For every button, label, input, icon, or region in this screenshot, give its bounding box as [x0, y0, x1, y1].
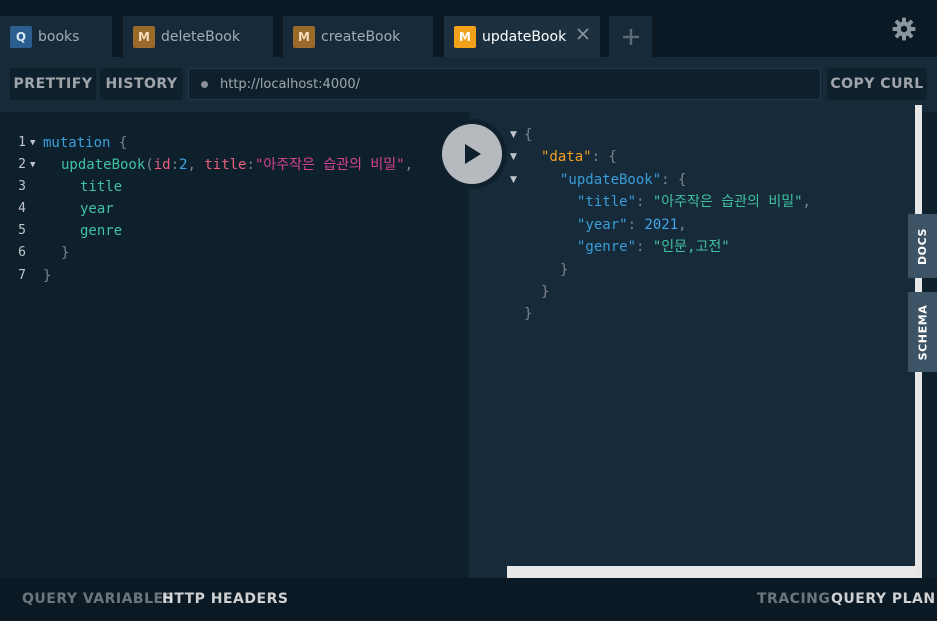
comma: , — [187, 157, 196, 173]
json-open-brace: { — [524, 127, 533, 143]
selection-genre: genre — [80, 223, 123, 239]
open-brace: { — [118, 135, 128, 151]
line-number: 7 — [18, 268, 26, 283]
history-button[interactable]: HISTORY — [100, 68, 183, 100]
tab-label: createBook — [321, 28, 401, 45]
endpoint-url-text: http://localhost:4000/ — [220, 76, 361, 92]
tab-label: updateBook — [482, 28, 567, 45]
update-book-key: "updateBook" — [560, 172, 662, 188]
query-badge: Q — [10, 25, 32, 48]
line-number: 4 — [18, 201, 26, 216]
fold-arrow-icon[interactable]: ▼ — [510, 124, 517, 146]
tab-create-book[interactable]: M createBook — [283, 16, 433, 57]
colon-brace: : { — [591, 149, 617, 165]
docs-tab-label: DOCS — [916, 227, 929, 265]
arg-id: id — [153, 157, 171, 173]
query-plan-tab[interactable]: QUERY PLAN — [831, 578, 936, 621]
close-tab-icon[interactable] — [576, 27, 590, 41]
fold-arrow-icon[interactable]: ▼ — [30, 132, 35, 154]
arg-title: title — [204, 157, 247, 173]
query-editor[interactable]: 1 2 3 4 5 6 7 ▼ ▼ mutation { updateBook(… — [0, 112, 469, 578]
new-tab-button[interactable] — [609, 16, 652, 57]
close-brace-outer: } — [43, 268, 52, 284]
title-value: "아주작은 습관의 비밀" — [652, 194, 803, 210]
mutation-badge: M — [133, 25, 155, 48]
json-data-line: "data": { — [541, 146, 617, 168]
colon: : — [246, 157, 255, 173]
mutation-badge: M — [293, 25, 315, 48]
line-number: 6 — [18, 245, 26, 260]
json-genre-line: "genre": "인문,고전" — [577, 239, 730, 255]
code-line-2: updateBook(id:2, title:"아주작은 습관의 비밀", — [61, 154, 413, 176]
bottom-bar: QUERY VARIABLES HTTP HEADERS TRACING QUE… — [0, 578, 937, 621]
json-close-brace: } — [560, 262, 569, 278]
json-title-line: "title": "아주작은 습관의 비밀", — [577, 194, 811, 210]
tab-books[interactable]: Q books — [0, 16, 112, 57]
colon-brace: : { — [661, 172, 687, 188]
code-line-1: mutation { — [43, 132, 127, 154]
plus-icon — [622, 28, 639, 45]
tab-delete-book[interactable]: M deleteBook — [123, 16, 273, 57]
fold-arrow-icon[interactable]: ▼ — [30, 154, 35, 176]
tab-update-book[interactable]: M updateBook — [444, 16, 600, 57]
play-icon — [465, 144, 481, 164]
endpoint-url-input[interactable]: http://localhost:4000/ — [188, 68, 821, 100]
line-number: 1 — [18, 135, 26, 150]
trailing-comma: , — [404, 157, 414, 173]
json-close-brace: } — [541, 284, 550, 300]
http-headers-tab[interactable]: HTTP HEADERS — [162, 578, 288, 621]
execute-query-button[interactable] — [437, 119, 507, 189]
tab-label: deleteBook — [161, 28, 240, 45]
schema-tab-label: SCHEMA — [916, 304, 929, 360]
toolbar: PRETTIFY HISTORY http://localhost:4000/ … — [0, 57, 937, 112]
result-panel: ▼ ▼ ▼ { "data": { "updateBook": { "title… — [469, 105, 915, 578]
mutation-badge: M — [454, 25, 476, 48]
tab-label: books — [38, 28, 80, 45]
prettify-button[interactable]: PRETTIFY — [10, 68, 96, 100]
json-update-line: "updateBook": { — [560, 169, 686, 191]
line-number: 3 — [18, 179, 26, 194]
paren-open: ( — [145, 157, 154, 173]
connection-status-dot — [201, 80, 208, 88]
title-value: "아주작은 습관의 비밀" — [254, 157, 405, 173]
run-button-face — [442, 124, 502, 184]
schema-tab[interactable]: SCHEMA — [908, 292, 937, 372]
horizontal-scrollbar[interactable] — [507, 566, 915, 578]
field-name: updateBook — [61, 157, 146, 173]
tab-bar: Q books M deleteBook M createBook M upda… — [0, 0, 937, 57]
line-number: 2 — [18, 157, 26, 172]
line-number: 5 — [18, 223, 26, 238]
year-value: 2021 — [644, 217, 679, 233]
title-key: "title" — [577, 194, 637, 210]
year-key: "year" — [577, 217, 628, 233]
docs-tab[interactable]: DOCS — [908, 214, 937, 278]
fold-arrow-icon[interactable]: ▼ — [510, 146, 517, 168]
close-brace-inner: } — [61, 245, 70, 261]
settings-gear-icon[interactable] — [892, 17, 916, 41]
data-key: "data" — [541, 149, 592, 165]
genre-value: "인문,고전" — [652, 239, 730, 255]
json-close-brace: } — [524, 306, 533, 322]
json-year-line: "year": 2021, — [577, 217, 687, 233]
query-variables-tab[interactable]: QUERY VARIABLES — [22, 578, 174, 621]
fold-arrow-icon[interactable]: ▼ — [510, 169, 517, 191]
mutation-keyword: mutation — [43, 135, 111, 151]
copy-curl-button[interactable]: COPY CURL — [827, 68, 927, 100]
selection-year: year — [80, 201, 114, 217]
colon: : — [170, 157, 180, 173]
genre-key: "genre" — [577, 239, 637, 255]
selection-title: title — [80, 179, 123, 195]
tracing-tab[interactable]: TRACING — [757, 578, 830, 621]
